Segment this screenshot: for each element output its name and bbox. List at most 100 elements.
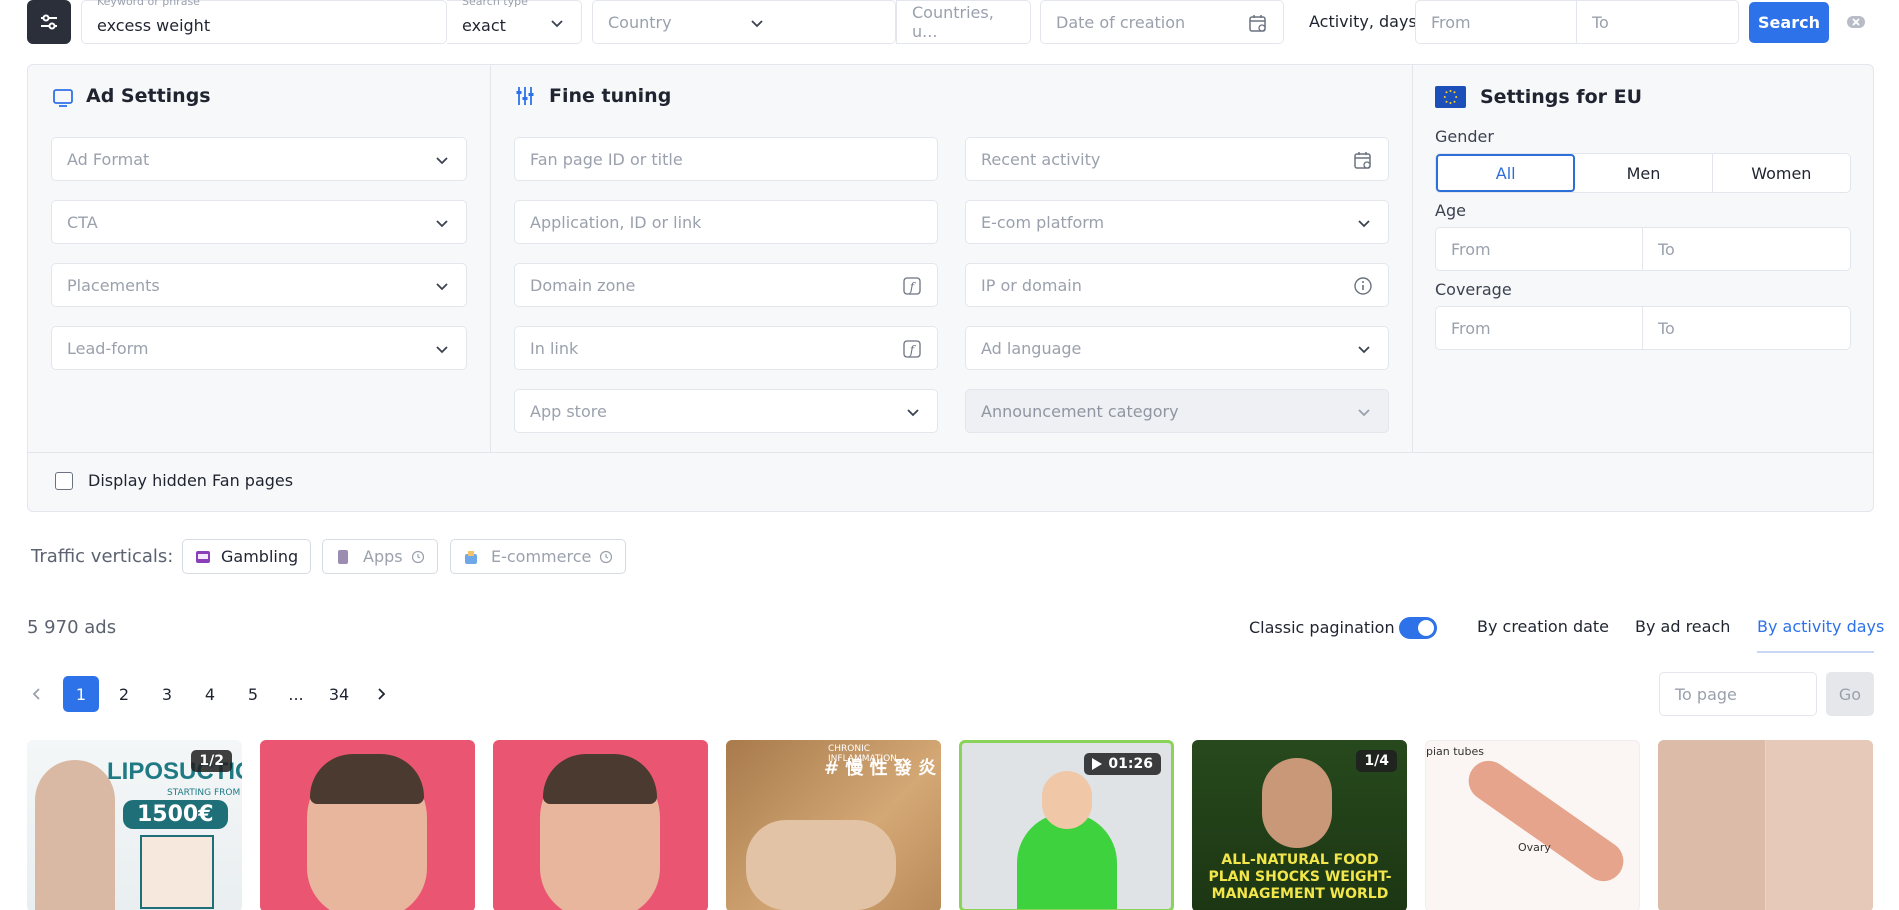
ip-domain-input[interactable]: IP or domain (965, 263, 1389, 307)
go-button-label: Go (1838, 684, 1862, 704)
thumb-duration-badge: 01:26 (1084, 753, 1161, 775)
gender-selector: All Men Women (1435, 153, 1851, 193)
equalizer-icon (516, 87, 534, 105)
ad-language-select[interactable]: Ad language (965, 326, 1389, 370)
chip-ecommerce-label: E-commerce (491, 547, 592, 566)
shopping-bag-icon (465, 550, 477, 564)
country-select[interactable]: Country (592, 0, 896, 44)
keyword-field[interactable]: Keyword or phrase excess weight (81, 0, 447, 44)
domain-zone-input[interactable]: Domain zone f (514, 263, 938, 307)
calendar-icon (1249, 15, 1266, 32)
lead-form-select[interactable]: Lead-form (51, 326, 467, 370)
placements-select[interactable]: Placements (51, 263, 467, 307)
gender-women-option[interactable]: Women (1713, 154, 1850, 192)
chevron-right-icon (378, 688, 386, 700)
chip-ecommerce[interactable]: E-commerce (450, 539, 627, 574)
coverage-to-input[interactable]: To (1642, 306, 1851, 350)
in-link-input[interactable]: In link f (514, 326, 938, 370)
keyword-label: Keyword or phrase (97, 0, 200, 8)
ad-thumbnail-8[interactable] (1658, 740, 1873, 910)
function-icon: f (903, 277, 921, 295)
ad-thumbnail-2[interactable] (260, 740, 475, 910)
app-icon (338, 549, 348, 564)
ecom-platform-select[interactable]: E-com platform (965, 200, 1389, 244)
page-3[interactable]: 3 (149, 676, 185, 712)
fan-page-input[interactable]: Fan page ID or title (514, 137, 938, 181)
ad-format-select[interactable]: Ad Format (51, 137, 467, 181)
fan-page-placeholder: Fan page ID or title (530, 149, 683, 169)
activity-to-input[interactable]: To (1576, 0, 1739, 44)
coverage-from-input[interactable]: From (1435, 306, 1643, 350)
ad-thumbnail-1[interactable]: LIPOSUCTION STARTING FROM 1500€ 1/2 (27, 740, 242, 910)
coverage-label: Coverage (1435, 280, 1512, 299)
lead-form-placeholder: Lead-form (67, 338, 149, 358)
country-placeholder: Country (608, 12, 672, 32)
placements-placeholder: Placements (67, 275, 160, 295)
sort-by-ad-reach[interactable]: By ad reach (1635, 617, 1730, 636)
age-to-input[interactable]: To (1642, 227, 1851, 271)
recent-activity-input[interactable]: Recent activity (965, 137, 1389, 181)
chip-apps[interactable]: Apps (322, 539, 438, 574)
thumb-hair (543, 754, 657, 804)
ad-thumbnail-4[interactable]: CHRONIC INFLAMMATION # 慢 性 發 炎 (726, 740, 941, 910)
thumb-badge: 1/4 (1356, 750, 1397, 772)
ad-thumbnail-7[interactable]: pian tubes Ovary (1425, 740, 1640, 910)
sort-by-creation-date[interactable]: By creation date (1477, 617, 1609, 636)
chevron-down-icon (436, 283, 448, 291)
next-page-button[interactable] (371, 684, 391, 704)
page-2[interactable]: 2 (106, 676, 142, 712)
to-page-input[interactable]: To page (1659, 672, 1817, 716)
chevron-down-icon (1358, 346, 1370, 354)
age-label: Age (1435, 201, 1466, 220)
prev-page-button[interactable] (27, 684, 47, 704)
page-34[interactable]: 34 (321, 676, 357, 712)
ad-thumbnail-6[interactable]: ALL-NATURAL FOOD PLAN SHOCKS WEIGHT-MANA… (1192, 740, 1407, 910)
thumb-face-right (1766, 740, 1873, 910)
hidden-fanpages-checkbox[interactable] (55, 472, 73, 490)
go-button[interactable]: Go (1826, 672, 1874, 716)
classic-pagination-toggle[interactable] (1399, 617, 1437, 639)
clear-button[interactable] (1846, 12, 1866, 32)
search-type-select[interactable]: Search type exact (447, 0, 582, 44)
toggle-knob (1418, 620, 1434, 636)
classic-pagination-label: Classic pagination (1249, 618, 1395, 637)
age-from-input[interactable]: From (1435, 227, 1643, 271)
activity-from-input[interactable]: From (1415, 0, 1577, 44)
page-5[interactable]: 5 (235, 676, 271, 712)
chevron-down-icon (907, 409, 919, 417)
gender-all-option[interactable]: All (1436, 154, 1576, 192)
page-4[interactable]: 4 (192, 676, 228, 712)
thumb-head (1042, 771, 1092, 829)
activity-to-placeholder: To (1592, 12, 1609, 32)
page-1[interactable]: 1 (63, 676, 99, 712)
app-store-select[interactable]: App store (514, 389, 938, 433)
sort-by-activity-days[interactable]: By activity days (1757, 617, 1884, 636)
chevron-down-icon (551, 20, 563, 28)
application-placeholder: Application, ID or link (530, 212, 702, 232)
application-input[interactable]: Application, ID or link (514, 200, 938, 244)
date-of-creation-input[interactable]: Date of creation (1040, 0, 1284, 44)
countries-placeholder: Countries, u... (912, 3, 994, 41)
cta-select[interactable]: CTA (51, 200, 467, 244)
thumb-figure (746, 820, 896, 910)
thumb-inset (140, 835, 214, 909)
activity-days-label: Activity, days (1309, 12, 1417, 31)
chip-gambling[interactable]: Gambling (182, 539, 312, 574)
calendar-icon (1354, 152, 1371, 169)
ad-thumbnail-3[interactable] (493, 740, 708, 910)
domain-zone-placeholder: Domain zone (530, 275, 636, 295)
thumb-caption: pian tubes (1426, 745, 1485, 758)
announcement-category-select[interactable]: Announcement category (965, 389, 1389, 433)
active-sort-underline (1757, 651, 1874, 653)
hidden-fanpages-label: Display hidden Fan pages (88, 471, 294, 490)
svg-text:f: f (909, 343, 917, 357)
settings-panel: Ad Settings Ad Format CTA Placements Lea… (27, 64, 1874, 512)
traffic-verticals-label: Traffic verticals: (31, 546, 174, 567)
thumb-duration: 01:26 (1108, 756, 1153, 772)
gender-men-option[interactable]: Men (1575, 154, 1713, 192)
search-button[interactable]: Search (1749, 2, 1829, 43)
cta-placeholder: CTA (67, 212, 98, 232)
countries-input[interactable]: Countries, u... (896, 0, 1031, 44)
filter-toggle-button[interactable] (27, 0, 71, 44)
ad-thumbnail-5[interactable]: 01:26 (959, 740, 1174, 910)
